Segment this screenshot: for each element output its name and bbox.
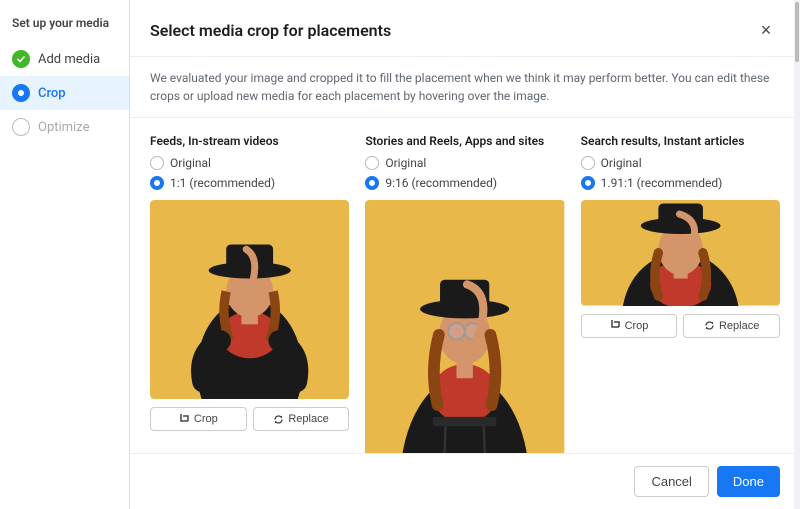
replace-button-search[interactable]: Replace (683, 314, 780, 338)
modal-header: Select media crop for placements × (130, 0, 800, 57)
sidebar: Set up your media Add media Crop Optimiz… (0, 0, 130, 509)
replace-icon-feeds (273, 414, 284, 425)
card-title-search: Search results, Instant articles (581, 134, 780, 148)
card-title-feeds: Feeds, In-stream videos (150, 134, 349, 148)
radio-recommended-stories[interactable]: 9:16 (recommended) (365, 176, 564, 190)
card-actions-feeds: Crop Replace (150, 407, 349, 431)
radio-circle-original-search (581, 156, 595, 170)
close-button[interactable]: × (752, 16, 780, 44)
image-search (581, 200, 780, 306)
replace-button-feeds[interactable]: Replace (253, 407, 350, 431)
crop-button-feeds[interactable]: Crop (150, 407, 247, 431)
sidebar-label-crop: Crop (38, 86, 66, 101)
done-button[interactable]: Done (717, 466, 780, 497)
crop-icon-search (610, 320, 621, 331)
modal-footer: Cancel Done (130, 453, 800, 509)
modal-description: We evaluated your image and cropped it t… (130, 57, 800, 118)
radio-circle-original-stories (365, 156, 379, 170)
sidebar-label-optimize: Optimize (38, 120, 89, 135)
modal: Select media crop for placements × We ev… (130, 0, 800, 509)
active-icon (12, 84, 30, 102)
radio-circle-recommended-search (581, 176, 595, 190)
cancel-button[interactable]: Cancel (634, 466, 708, 497)
radio-original-feeds[interactable]: Original (150, 156, 349, 170)
image-svg-stories (365, 200, 564, 453)
crop-button-search[interactable]: Crop (581, 314, 678, 338)
sidebar-label-add-media: Add media (38, 52, 100, 67)
sidebar-title: Set up your media (0, 16, 129, 42)
scrollbar (794, 118, 800, 453)
modal-body: Feeds, In-stream videos Original 1:1 (re… (130, 118, 800, 453)
card-title-stories: Stories and Reels, Apps and sites (365, 134, 564, 148)
image-feeds (150, 200, 349, 399)
replace-icon-search (704, 320, 715, 331)
crop-icon-feeds (179, 414, 190, 425)
modal-title: Select media crop for placements (150, 21, 391, 40)
image-stories (365, 200, 564, 453)
crop-card-stories: Stories and Reels, Apps and sites Origin… (365, 134, 564, 437)
radio-original-search[interactable]: Original (581, 156, 780, 170)
radio-group-feeds: Original 1:1 (recommended) (150, 156, 349, 190)
sidebar-item-crop[interactable]: Crop (0, 76, 129, 110)
radio-group-stories: Original 9:16 (recommended) (365, 156, 564, 190)
image-svg-search (581, 200, 780, 306)
sidebar-item-optimize[interactable]: Optimize (0, 110, 129, 144)
crop-card-search: Search results, Instant articles Origina… (581, 134, 780, 437)
radio-group-search: Original 1.91:1 (recommended) (581, 156, 780, 190)
done-icon (12, 50, 30, 68)
sidebar-item-add-media[interactable]: Add media (0, 42, 129, 76)
crop-card-feeds: Feeds, In-stream videos Original 1:1 (re… (150, 134, 349, 437)
radio-circle-recommended-stories (365, 176, 379, 190)
radio-circle-recommended-feeds (150, 176, 164, 190)
radio-recommended-feeds[interactable]: 1:1 (recommended) (150, 176, 349, 190)
image-svg-feeds (150, 200, 349, 399)
radio-recommended-search[interactable]: 1.91:1 (recommended) (581, 176, 780, 190)
radio-original-stories[interactable]: Original (365, 156, 564, 170)
card-actions-search: Crop Replace (581, 314, 780, 338)
radio-circle-original-feeds (150, 156, 164, 170)
pending-icon (12, 118, 30, 136)
